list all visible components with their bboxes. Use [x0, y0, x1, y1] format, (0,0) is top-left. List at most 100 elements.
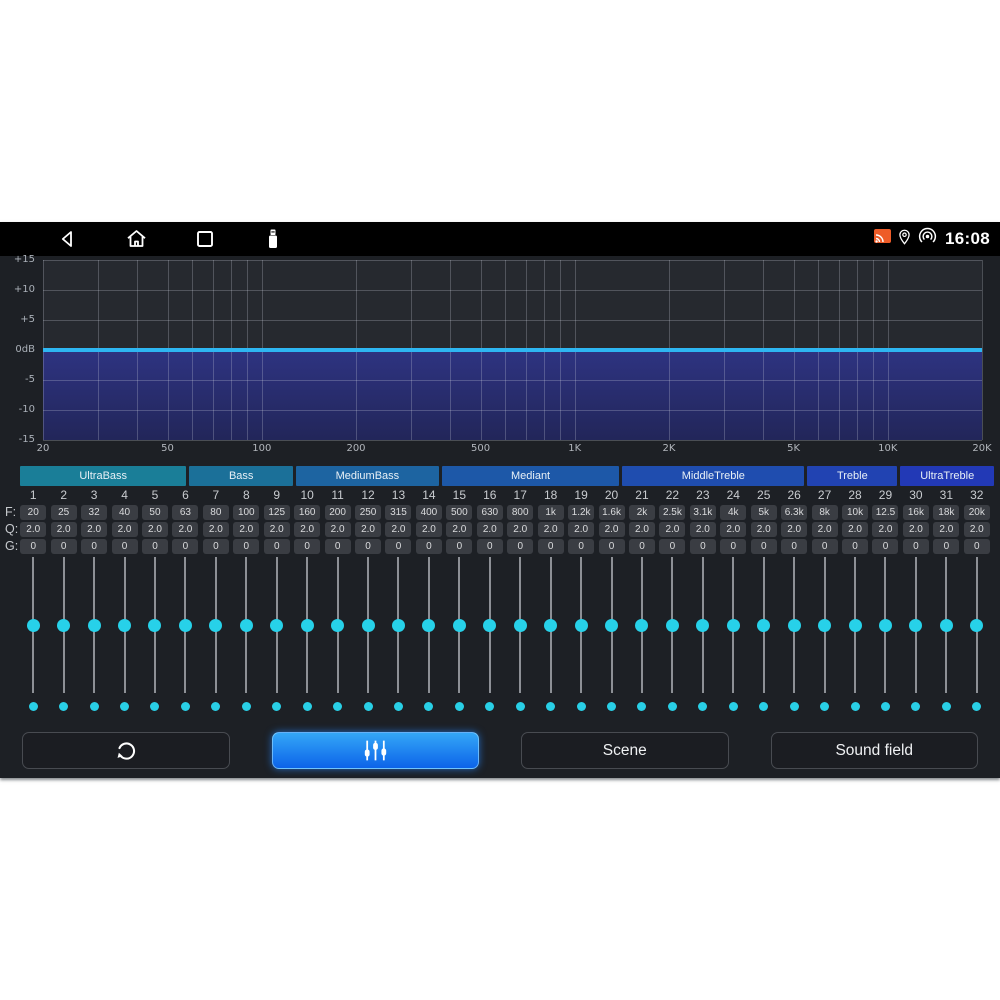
gain-slider[interactable]: [79, 557, 109, 693]
gain-slider[interactable]: [809, 557, 839, 693]
back-icon[interactable]: [56, 227, 80, 251]
f-value-chip: 12.5: [872, 505, 898, 520]
slider-knob[interactable]: [575, 619, 588, 632]
gain-slider[interactable]: [353, 557, 383, 693]
band-column: 1202.00: [18, 488, 48, 711]
gain-slider[interactable]: [414, 557, 444, 693]
band-column: 201.6k2.00: [596, 488, 626, 711]
gain-slider[interactable]: [170, 557, 200, 693]
grid-line-h: [43, 410, 982, 411]
x-tick-label: 100: [252, 443, 271, 454]
gain-slider[interactable]: [322, 557, 352, 693]
gain-slider[interactable]: [870, 557, 900, 693]
gain-slider[interactable]: [444, 557, 474, 693]
band-column: 3322.00: [79, 488, 109, 711]
slider-knob[interactable]: [118, 619, 131, 632]
x-tick-label: 10K: [878, 443, 897, 454]
slider-knob[interactable]: [909, 619, 922, 632]
band-group-label: UltraTreble: [920, 470, 974, 482]
band-column: 178002.00: [505, 488, 535, 711]
gain-slider[interactable]: [535, 557, 565, 693]
equalizer-button[interactable]: [272, 732, 480, 769]
slider-knob[interactable]: [818, 619, 831, 632]
slider-knob[interactable]: [635, 619, 648, 632]
slider-knob[interactable]: [727, 619, 740, 632]
slider-knob[interactable]: [240, 619, 253, 632]
slider-knob[interactable]: [849, 619, 862, 632]
slider-knob[interactable]: [940, 619, 953, 632]
x-tick-label: 20: [37, 443, 50, 454]
band-number: 13: [392, 488, 405, 505]
slider-knob[interactable]: [179, 619, 192, 632]
band-number: 5: [152, 488, 159, 505]
slider-knob[interactable]: [331, 619, 344, 632]
q-value-chip: 2.0: [872, 522, 898, 537]
gain-slider[interactable]: [718, 557, 748, 693]
gain-slider[interactable]: [840, 557, 870, 693]
gain-slider[interactable]: [566, 557, 596, 693]
slider-knob[interactable]: [453, 619, 466, 632]
gain-slider[interactable]: [292, 557, 322, 693]
slider-knob[interactable]: [148, 619, 161, 632]
slider-knob[interactable]: [392, 619, 405, 632]
slider-knob[interactable]: [970, 619, 983, 632]
gain-slider[interactable]: [627, 557, 657, 693]
gain-slider[interactable]: [596, 557, 626, 693]
slider-knob[interactable]: [362, 619, 375, 632]
slider-knob[interactable]: [666, 619, 679, 632]
slider-knob[interactable]: [757, 619, 770, 632]
band-dot: [546, 702, 555, 711]
gain-slider[interactable]: [475, 557, 505, 693]
home-icon[interactable]: [124, 227, 149, 251]
gain-slider[interactable]: [48, 557, 78, 693]
gain-slider[interactable]: [931, 557, 961, 693]
slider-knob[interactable]: [879, 619, 892, 632]
x-tick-label: 500: [471, 443, 490, 454]
slider-knob[interactable]: [422, 619, 435, 632]
slider-knob[interactable]: [696, 619, 709, 632]
gain-slider[interactable]: [657, 557, 687, 693]
slider-knob[interactable]: [57, 619, 70, 632]
band-number: 22: [666, 488, 679, 505]
slider-knob[interactable]: [544, 619, 557, 632]
gain-slider[interactable]: [505, 557, 535, 693]
gain-slider[interactable]: [262, 557, 292, 693]
band-group-label: MiddleTreble: [682, 470, 745, 482]
gain-slider[interactable]: [18, 557, 48, 693]
gain-slider[interactable]: [231, 557, 261, 693]
recents-icon[interactable]: [193, 227, 217, 251]
gain-slider[interactable]: [109, 557, 139, 693]
slider-knob[interactable]: [209, 619, 222, 632]
slider-knob[interactable]: [514, 619, 527, 632]
gain-slider[interactable]: [779, 557, 809, 693]
x-tick-label: 2K: [663, 443, 676, 454]
band-column: 3016k2.00: [901, 488, 931, 711]
reset-button[interactable]: [22, 732, 230, 769]
bottom-buttons: Scene Sound field: [22, 732, 978, 769]
band-column: 2252.00: [48, 488, 78, 711]
q-value-chip: 2.0: [964, 522, 990, 537]
slider-knob[interactable]: [788, 619, 801, 632]
slider-knob[interactable]: [270, 619, 283, 632]
slider-knob[interactable]: [301, 619, 314, 632]
slider-knob[interactable]: [605, 619, 618, 632]
usb-icon: [261, 227, 285, 251]
slider-knob[interactable]: [27, 619, 40, 632]
slider-knob[interactable]: [483, 619, 496, 632]
slider-knob[interactable]: [88, 619, 101, 632]
gain-slider[interactable]: [688, 557, 718, 693]
band-column: 112002.00: [322, 488, 352, 711]
gain-slider[interactable]: [749, 557, 779, 693]
f-value-chip: 800: [507, 505, 533, 520]
f-value-chip: 500: [446, 505, 472, 520]
band-number: 20: [605, 488, 618, 505]
sound-field-button[interactable]: Sound field: [771, 732, 979, 769]
band-number: 21: [635, 488, 648, 505]
gain-slider[interactable]: [962, 557, 992, 693]
f-value-chip: 18k: [933, 505, 959, 520]
gain-slider[interactable]: [201, 557, 231, 693]
scene-button[interactable]: Scene: [521, 732, 729, 769]
gain-slider[interactable]: [383, 557, 413, 693]
gain-slider[interactable]: [140, 557, 170, 693]
gain-slider[interactable]: [901, 557, 931, 693]
